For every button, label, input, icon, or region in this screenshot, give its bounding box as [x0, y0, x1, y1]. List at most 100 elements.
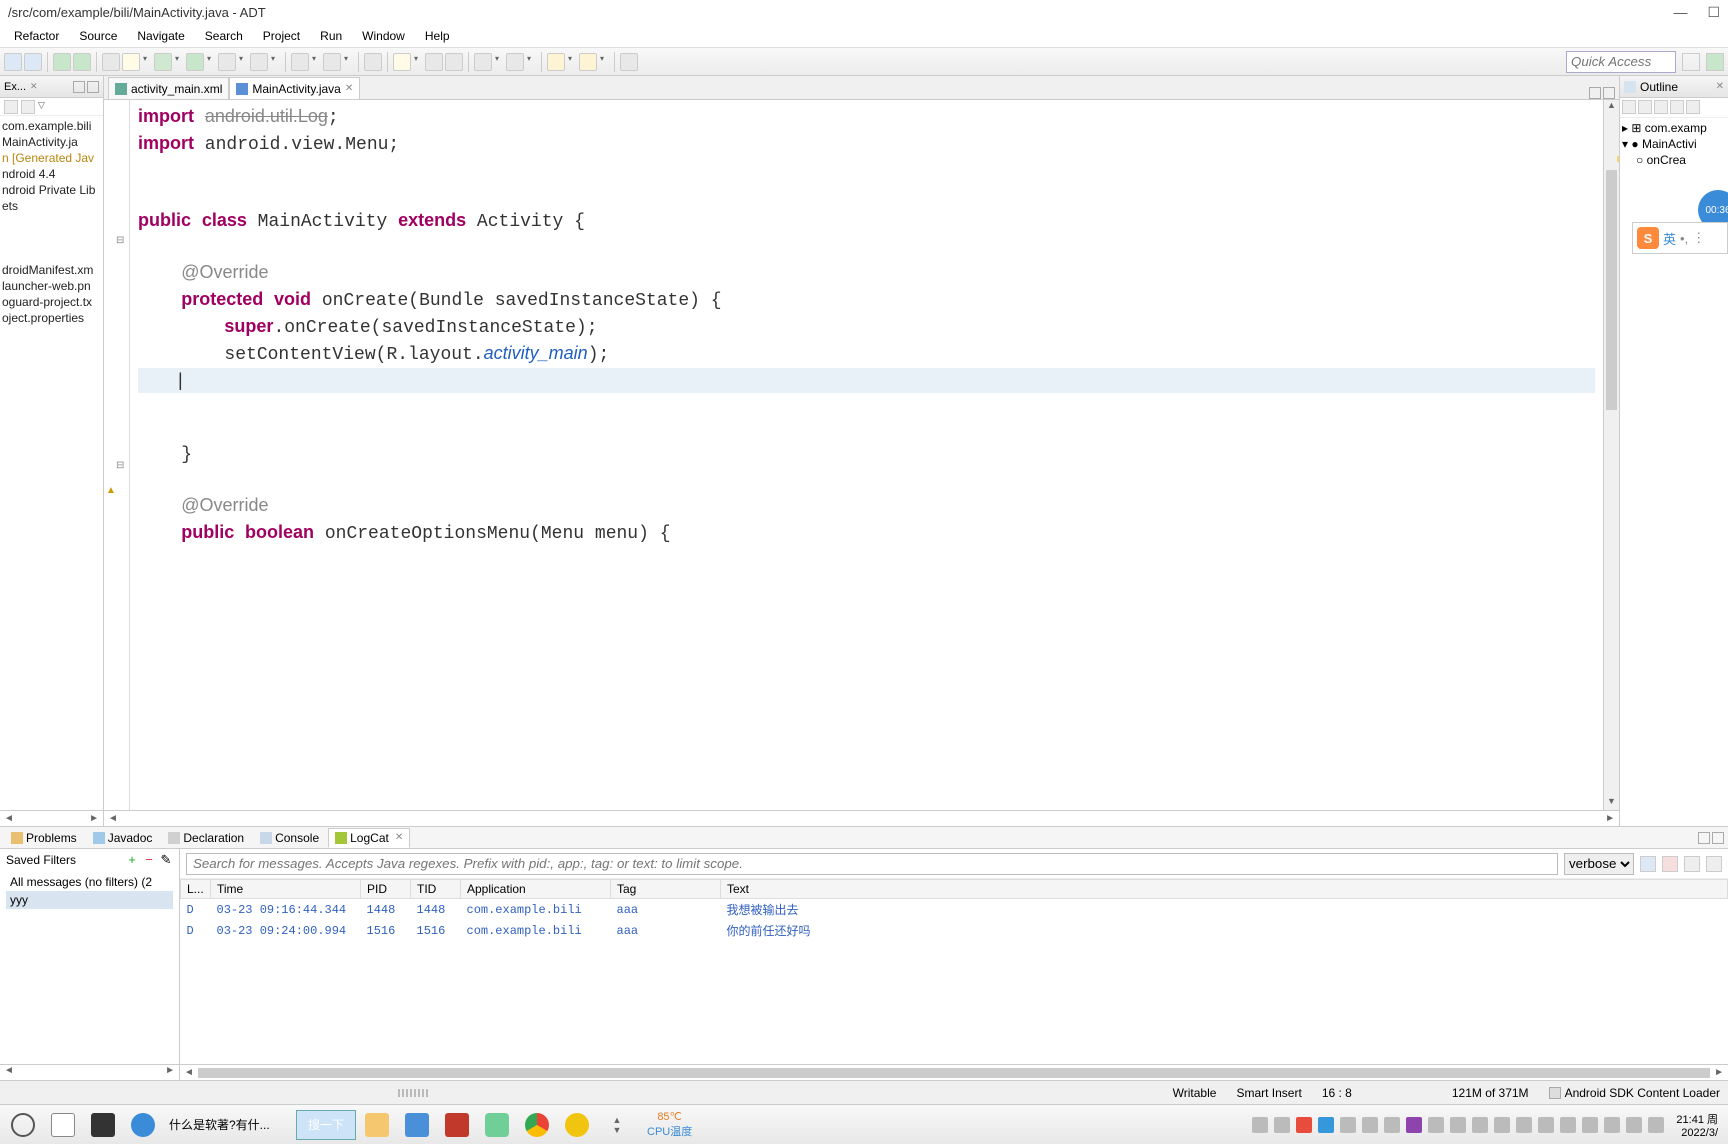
menu-help[interactable]: Help	[415, 27, 460, 45]
editor-gutter[interactable]: ⊟ ▲ ⊟	[104, 100, 130, 810]
start-button[interactable]	[4, 1109, 42, 1141]
link-editor-icon[interactable]	[21, 100, 35, 114]
taskbar-clock[interactable]: 21:41 周 2022/3/	[1670, 1111, 1724, 1139]
run-icon[interactable]	[186, 53, 204, 71]
menu-window[interactable]: Window	[352, 27, 415, 45]
tray-icon[interactable]	[1516, 1117, 1532, 1133]
run-last-icon[interactable]	[218, 53, 236, 71]
sort-icon[interactable]	[1622, 100, 1636, 114]
open-perspective-icon[interactable]	[1682, 53, 1700, 71]
outline-node[interactable]: ▸ ⊞ com.examp	[1622, 120, 1726, 136]
add-filter-icon[interactable]: +	[125, 853, 139, 867]
hide-local-icon[interactable]	[1686, 100, 1700, 114]
log-level-select[interactable]: verbose	[1564, 853, 1634, 875]
task-view-icon[interactable]	[44, 1109, 82, 1141]
wechat-icon[interactable]	[478, 1109, 516, 1141]
tab-console[interactable]: Console	[253, 828, 326, 848]
lint-icon[interactable]	[102, 53, 120, 71]
toggle-mark-icon[interactable]	[425, 53, 443, 71]
col-tid[interactable]: TID	[411, 880, 461, 899]
maximize-icon[interactable]: ☐	[1707, 4, 1720, 21]
new-class-icon[interactable]	[323, 53, 341, 71]
taskbar-app[interactable]	[438, 1109, 476, 1141]
java-perspective-icon[interactable]	[1706, 53, 1724, 71]
tab-problems[interactable]: Problems	[4, 828, 84, 848]
clear-log-icon[interactable]	[1662, 856, 1678, 872]
col-pid[interactable]: PID	[361, 880, 411, 899]
editor-tab-java[interactable]: MainActivity.java ✕	[229, 77, 360, 99]
close-tab-icon[interactable]: ✕	[345, 83, 353, 94]
tree-node[interactable]: launcher-web.pn	[0, 278, 103, 294]
debug-icon[interactable]	[154, 53, 172, 71]
editor-vscroll[interactable]: ▲ ▼	[1603, 100, 1619, 810]
filter-hscroll[interactable]: ◄►	[0, 1064, 179, 1080]
tree-node[interactable]: com.example.bili	[0, 118, 103, 134]
new-icon[interactable]	[122, 53, 140, 71]
tray-icon[interactable]	[1384, 1117, 1400, 1133]
log-row[interactable]: D03-23 09:24:00.99415161516com.example.b…	[181, 920, 1728, 941]
ime-bar[interactable]: S 英 •, ⋮	[1632, 222, 1728, 254]
save-log-icon[interactable]	[1640, 856, 1656, 872]
mail-icon[interactable]	[398, 1109, 436, 1141]
ime-widget[interactable]: 00:36 S 英 •, ⋮	[1632, 190, 1728, 260]
tray-icon[interactable]	[1340, 1117, 1356, 1133]
tray-icon[interactable]	[1560, 1117, 1576, 1133]
tray-icon[interactable]	[1450, 1117, 1466, 1133]
editor-hscroll[interactable]: ◄►	[104, 810, 1619, 826]
tab-javadoc[interactable]: Javadoc	[86, 828, 160, 848]
overview-warning-marker[interactable]	[1617, 156, 1619, 162]
hide-nonpublic-icon[interactable]	[1670, 100, 1684, 114]
minimize-editor-icon[interactable]	[1589, 87, 1601, 99]
menu-project[interactable]: Project	[253, 27, 310, 45]
tree-node[interactable]: oguard-project.tx	[0, 294, 103, 310]
tree-node[interactable]: ets	[0, 198, 103, 214]
hide-fields-icon[interactable]	[1638, 100, 1652, 114]
network-icon[interactable]	[1626, 1117, 1642, 1133]
external-tools-icon[interactable]	[250, 53, 268, 71]
maximize-view-icon[interactable]	[1712, 832, 1724, 844]
avd-icon[interactable]	[73, 53, 91, 71]
filter-row[interactable]: All messages (no filters) (2	[6, 873, 173, 891]
tree-node[interactable]: n [Generated Jav	[0, 150, 103, 166]
ime-language[interactable]: 英	[1663, 229, 1676, 248]
maximize-editor-icon[interactable]	[1603, 87, 1615, 99]
tree-node[interactable]	[0, 230, 103, 246]
tree-node[interactable]: ndroid 4.4	[0, 166, 103, 182]
tree-node[interactable]	[0, 246, 103, 262]
col-time[interactable]: Time	[211, 880, 361, 899]
logcat-table[interactable]: L... Time PID TID Application Tag Text D…	[180, 879, 1728, 1064]
tray-icon[interactable]	[1362, 1117, 1378, 1133]
cpu-temp-widget[interactable]: 85℃ CPU温度	[638, 1109, 701, 1141]
open-type-icon[interactable]	[364, 53, 382, 71]
outline-tree[interactable]: ▸ ⊞ com.examp ▾ ● MainActivi ○ onCrea	[1620, 118, 1728, 170]
quick-access-input[interactable]	[1566, 51, 1676, 73]
android-sdk-icon[interactable]	[53, 53, 71, 71]
filter-list[interactable]: All messages (no filters) (2 yyy	[0, 871, 179, 1064]
logcat-hscroll[interactable]: ◄►	[180, 1064, 1728, 1080]
save-icon[interactable]	[4, 53, 22, 71]
taskbar-app[interactable]	[84, 1109, 122, 1141]
outline-node[interactable]: ▾ ● MainActivi	[1622, 136, 1726, 152]
save-all-icon[interactable]	[24, 53, 42, 71]
search-icon[interactable]	[393, 53, 411, 71]
chrome-icon[interactable]	[518, 1109, 556, 1141]
ie-icon[interactable]	[124, 1109, 162, 1141]
menu-source[interactable]: Source	[69, 27, 127, 45]
sash-grip[interactable]	[398, 1089, 428, 1097]
tray-icon[interactable]	[1494, 1117, 1510, 1133]
explorer-tree[interactable]: com.example.bili MainActivity.ja n [Gene…	[0, 116, 103, 810]
minimize-view-icon[interactable]	[73, 81, 85, 93]
pin-icon[interactable]	[620, 53, 638, 71]
forward-icon[interactable]	[579, 53, 597, 71]
editor-tab-xml[interactable]: activity_main.xml	[108, 77, 229, 99]
next-annotation-icon[interactable]	[474, 53, 492, 71]
tree-node[interactable]: ndroid Private Lib	[0, 182, 103, 198]
minimize-icon[interactable]: —	[1673, 4, 1687, 21]
sogou-logo-icon[interactable]: S	[1637, 227, 1659, 249]
tray-icon[interactable]	[1274, 1117, 1290, 1133]
tray-icon[interactable]	[1582, 1117, 1598, 1133]
status-heap[interactable]: 121M of 371M	[1452, 1086, 1529, 1100]
toggle-block-icon[interactable]	[445, 53, 463, 71]
remove-filter-icon[interactable]: −	[142, 853, 156, 867]
log-row[interactable]: D03-23 09:16:44.34414481448com.example.b…	[181, 899, 1728, 921]
